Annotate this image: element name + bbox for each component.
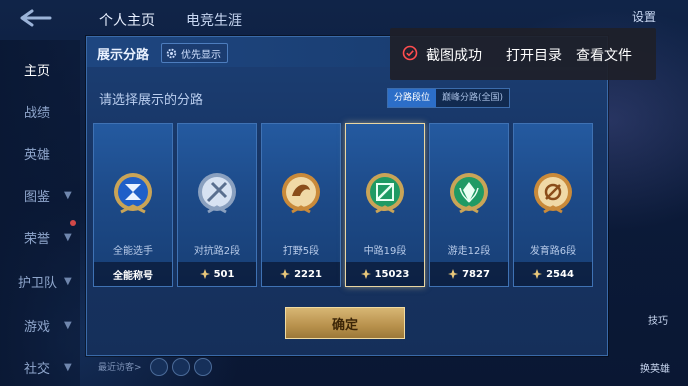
tab-personal-home[interactable]: 个人主页 <box>99 10 155 30</box>
check-circle-icon <box>402 45 418 61</box>
chevron-down-icon: ▼ <box>64 276 72 287</box>
visitor-avatar[interactable] <box>194 358 212 376</box>
chevron-down-icon: ▼ <box>64 232 72 243</box>
screenshot-toast: 截图成功 打开目录 查看文件 <box>390 28 656 80</box>
jungle-emblem-icon <box>282 173 320 214</box>
lane-card-roam[interactable]: 游走12段 7827 <box>429 123 509 287</box>
visitor-avatar[interactable] <box>172 358 190 376</box>
sidebar-item-honor[interactable]: 荣誉 <box>24 228 50 247</box>
card-label: 中路19段 <box>363 246 407 257</box>
recent-visitors-link[interactable]: 最近访客> <box>98 360 142 373</box>
toast-message: 截图成功 <box>426 48 482 64</box>
view-file-link[interactable]: 查看文件 <box>576 45 632 65</box>
card-foot: 2221 <box>262 262 340 286</box>
segment-peak-lane[interactable]: 巅峰分路(全国) <box>436 89 510 107</box>
display-lane-modal: 展示分路 优先显示 请选择展示的分路 分路段位 巅峰分路(全国) 全能选手 全能… <box>86 36 608 356</box>
segment-lane-rank[interactable]: 分路段位 <box>388 89 437 107</box>
priority-display-label: 优先显示 <box>181 49 221 61</box>
settings-button[interactable]: 设置 <box>632 8 656 25</box>
priority-display-button[interactable]: 优先显示 <box>161 43 228 63</box>
sidebar-item-home[interactable]: 主页 <box>24 60 50 79</box>
visitor-avatar[interactable] <box>150 358 168 376</box>
chevron-down-icon: ▼ <box>64 362 72 373</box>
all-round-emblem-icon <box>114 173 152 214</box>
tips-button[interactable]: 技巧 <box>648 312 668 327</box>
rank-star-icon <box>532 269 543 279</box>
card-label: 打野5段 <box>282 246 320 257</box>
sidebar-item-social[interactable]: 社交 <box>24 358 50 377</box>
card-foot-text: 2221 <box>294 268 322 280</box>
modal-subtitle: 请选择展示的分路 <box>99 93 204 108</box>
mid-lane-emblem-icon <box>366 173 404 214</box>
card-label: 发育路6段 <box>529 246 577 257</box>
sidebar-item-game[interactable]: 游戏 <box>24 316 50 335</box>
gear-icon <box>166 48 177 58</box>
card-foot-text: 15023 <box>374 268 410 280</box>
chevron-down-icon: ▼ <box>64 190 72 201</box>
modal-title: 展示分路 <box>97 48 150 63</box>
card-foot: 2544 <box>514 262 592 286</box>
card-foot-text: 全能称号 <box>113 270 153 282</box>
lane-card-jungle[interactable]: 打野5段 2221 <box>261 123 341 287</box>
card-label: 游走12段 <box>447 246 491 257</box>
sidebar-item-guard[interactable]: 护卫队 <box>18 272 57 291</box>
card-foot: 501 <box>178 262 256 286</box>
card-foot-text: 2544 <box>546 268 574 280</box>
rank-star-icon <box>448 269 459 279</box>
rank-star-icon <box>360 269 371 279</box>
sidebar: 主页 战绩 英雄 图鉴 ▼ 荣誉 ▼ 护卫队 ▼ 游戏 ▼ 社交 ▼ <box>0 40 80 386</box>
rank-star-icon <box>199 269 210 279</box>
farm-lane-emblem-icon <box>534 173 572 214</box>
sidebar-item-codex[interactable]: 图鉴 <box>24 186 50 205</box>
sidebar-item-heroes[interactable]: 英雄 <box>24 144 50 163</box>
card-foot: 15023 <box>346 262 424 286</box>
change-hero-button[interactable]: 换英雄 <box>640 360 670 375</box>
rank-star-icon <box>280 269 291 279</box>
card-label: 对抗路2段 <box>193 246 241 257</box>
chevron-down-icon: ▼ <box>64 320 72 331</box>
lane-card-mid[interactable]: 中路19段 15023 <box>345 123 425 287</box>
card-foot: 7827 <box>430 262 508 286</box>
card-foot: 全能称号 <box>94 262 172 286</box>
card-foot-text: 7827 <box>462 268 490 280</box>
lane-card-farm[interactable]: 发育路6段 2544 <box>513 123 593 287</box>
open-directory-link[interactable]: 打开目录 <box>506 45 562 65</box>
sidebar-item-record[interactable]: 战绩 <box>24 102 50 121</box>
lane-card-clash[interactable]: 对抗路2段 501 <box>177 123 257 287</box>
card-label: 全能选手 <box>113 246 153 257</box>
roam-emblem-icon <box>450 173 488 214</box>
card-foot-text: 501 <box>213 268 235 280</box>
notification-dot <box>70 220 76 226</box>
lane-segment-control: 分路段位 巅峰分路(全国) <box>387 88 511 108</box>
clash-lane-emblem-icon <box>198 173 236 214</box>
confirm-button[interactable]: 确定 <box>285 307 405 339</box>
lane-card-all-round[interactable]: 全能选手 全能称号 <box>93 123 173 287</box>
back-icon[interactable] <box>18 8 54 28</box>
tab-esports-career[interactable]: 电竞生涯 <box>186 10 242 30</box>
